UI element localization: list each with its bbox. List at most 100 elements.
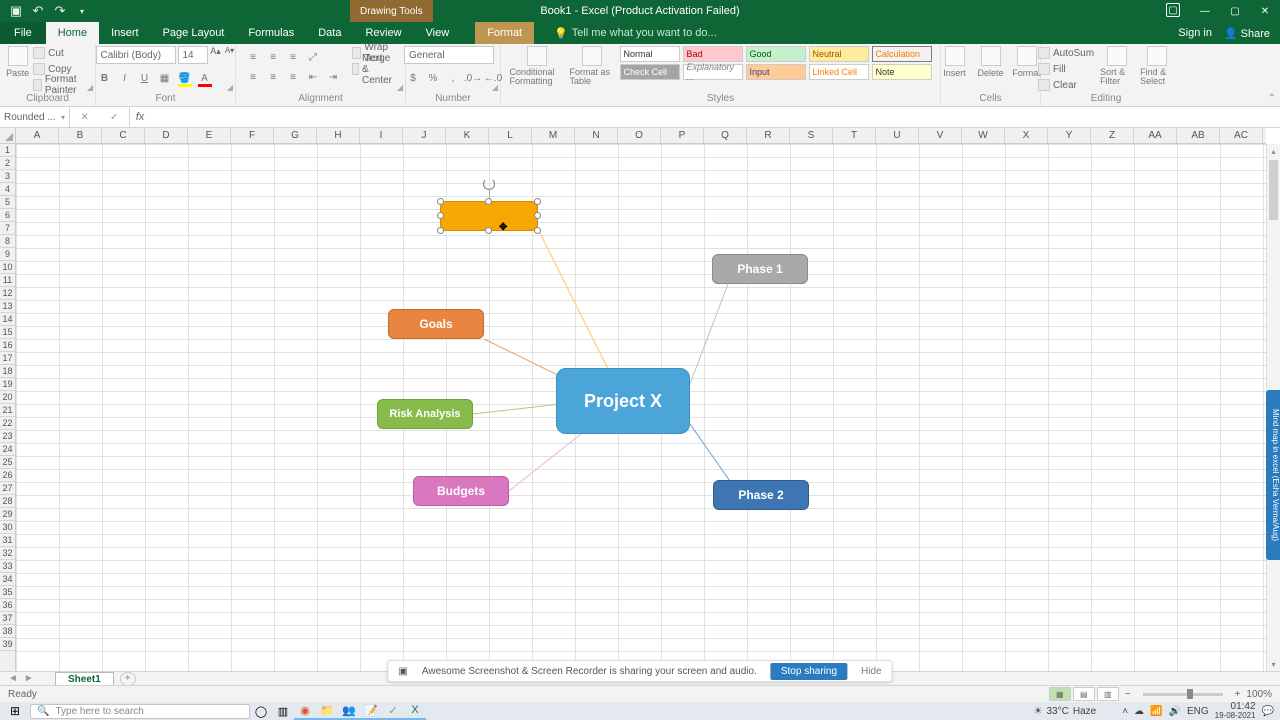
align-top-icon[interactable]: ≡: [244, 48, 262, 66]
cell-style-good[interactable]: Good: [746, 46, 806, 62]
shape-selected-rounded-rect[interactable]: ✥: [440, 201, 538, 231]
qat-dropdown-icon[interactable]: ▾: [74, 3, 90, 19]
scroll-down-icon[interactable]: ▾: [1267, 657, 1280, 671]
row-header-34[interactable]: 34: [0, 573, 15, 586]
column-header-H[interactable]: H: [317, 128, 360, 143]
column-header-AA[interactable]: AA: [1134, 128, 1177, 143]
view-normal-button[interactable]: ▦: [1049, 687, 1071, 701]
font-color-button[interactable]: A: [196, 69, 214, 87]
tab-format[interactable]: Format: [475, 22, 534, 44]
column-header-D[interactable]: D: [145, 128, 188, 143]
tab-review[interactable]: Review: [353, 22, 413, 44]
resize-handle-nw[interactable]: [437, 198, 444, 205]
resize-handle-w[interactable]: [437, 212, 444, 219]
language-indicator[interactable]: ENG: [1187, 706, 1209, 717]
accounting-format-icon[interactable]: $: [404, 69, 422, 87]
column-header-S[interactable]: S: [790, 128, 833, 143]
start-button[interactable]: ⊞: [0, 704, 30, 718]
context-tab-drawing-tools[interactable]: Drawing Tools: [350, 0, 433, 22]
resize-handle-ne[interactable]: [534, 198, 541, 205]
find-select-button[interactable]: Find & Select: [1140, 46, 1174, 86]
zoom-in-button[interactable]: +: [1235, 689, 1241, 700]
column-header-K[interactable]: K: [446, 128, 489, 143]
conditional-formatting-button[interactable]: Conditional Formatting: [510, 46, 564, 86]
shape-phase-1[interactable]: Phase 1: [712, 254, 808, 284]
row-header-12[interactable]: 12: [0, 287, 15, 300]
clipboard-dialog-launcher[interactable]: ◢: [87, 83, 93, 92]
resize-handle-se[interactable]: [534, 227, 541, 234]
row-header-25[interactable]: 25: [0, 456, 15, 469]
select-all-button[interactable]: [0, 128, 16, 144]
orientation-icon[interactable]: ⤢: [304, 48, 322, 66]
row-header-36[interactable]: 36: [0, 599, 15, 612]
cell-style-bad[interactable]: Bad: [683, 46, 743, 62]
shape-phase-2[interactable]: Phase 2: [713, 480, 809, 510]
row-header-21[interactable]: 21: [0, 404, 15, 417]
row-header-13[interactable]: 13: [0, 300, 15, 313]
zoom-level[interactable]: 100%: [1246, 689, 1272, 700]
enter-formula-icon[interactable]: ✓: [110, 112, 118, 123]
explorer-icon[interactable]: 📁: [316, 702, 338, 720]
cell-style-check-cell[interactable]: Check Cell: [620, 64, 680, 80]
collapse-ribbon-icon[interactable]: ⌃: [1268, 93, 1276, 104]
column-header-X[interactable]: X: [1005, 128, 1048, 143]
delete-cells-button[interactable]: Delete: [975, 46, 1007, 78]
row-header-18[interactable]: 18: [0, 365, 15, 378]
row-header-8[interactable]: 8: [0, 235, 15, 248]
row-header-15[interactable]: 15: [0, 326, 15, 339]
column-header-O[interactable]: O: [618, 128, 661, 143]
shape-goals[interactable]: Goals: [388, 309, 484, 339]
tell-me-search[interactable]: 💡Tell me what you want to do...: [554, 22, 717, 44]
row-header-30[interactable]: 30: [0, 521, 15, 534]
format-as-table-button[interactable]: Format as Table: [570, 46, 614, 86]
column-header-B[interactable]: B: [59, 128, 102, 143]
row-header-9[interactable]: 9: [0, 248, 15, 261]
clock[interactable]: 01:42 19-08-2021: [1215, 702, 1256, 720]
cell-style-normal[interactable]: Normal: [620, 46, 680, 62]
zoom-slider[interactable]: [1143, 693, 1223, 696]
row-header-38[interactable]: 38: [0, 625, 15, 638]
font-dialog-launcher[interactable]: ◢: [227, 83, 233, 92]
row-header-10[interactable]: 10: [0, 261, 15, 274]
increase-decimal-icon[interactable]: .0→: [464, 69, 482, 87]
weather-widget[interactable]: ☀ 33°C Haze: [1034, 706, 1097, 717]
tab-view[interactable]: View: [414, 22, 462, 44]
undo-icon[interactable]: ↶: [30, 3, 46, 19]
cell-style-note[interactable]: Note: [872, 64, 932, 80]
column-header-R[interactable]: R: [747, 128, 790, 143]
row-header-27[interactable]: 27: [0, 482, 15, 495]
border-button[interactable]: ▦: [156, 69, 174, 87]
tab-file[interactable]: File: [0, 22, 46, 44]
row-header-3[interactable]: 3: [0, 170, 15, 183]
row-header-29[interactable]: 29: [0, 508, 15, 521]
view-page-layout-button[interactable]: ▤: [1073, 687, 1095, 701]
task-view-icon[interactable]: ◯: [250, 702, 272, 720]
new-sheet-button[interactable]: +: [120, 672, 136, 686]
column-header-I[interactable]: I: [360, 128, 403, 143]
zoom-out-button[interactable]: −: [1125, 689, 1131, 700]
align-center-icon[interactable]: ≡: [264, 68, 282, 86]
view-page-break-button[interactable]: ▥: [1097, 687, 1119, 701]
row-header-24[interactable]: 24: [0, 443, 15, 456]
sheet-tab-sheet1[interactable]: Sheet1: [55, 672, 114, 686]
row-header-28[interactable]: 28: [0, 495, 15, 508]
side-panel-tab[interactable]: Mind map in excel (Esha Verma/Aug): [1266, 390, 1280, 560]
column-header-Q[interactable]: Q: [704, 128, 747, 143]
shape-budgets[interactable]: Budgets: [413, 476, 509, 506]
row-header-17[interactable]: 17: [0, 352, 15, 365]
teams-icon[interactable]: 👥: [338, 702, 360, 720]
stop-sharing-button[interactable]: Stop sharing: [771, 663, 847, 680]
sign-in-link[interactable]: Sign in: [1178, 27, 1212, 39]
column-header-F[interactable]: F: [231, 128, 274, 143]
formula-input[interactable]: [150, 107, 1280, 127]
cell-style-input[interactable]: Input: [746, 64, 806, 80]
percent-format-icon[interactable]: %: [424, 69, 442, 87]
increase-font-icon[interactable]: A▴: [210, 46, 222, 64]
zoom-thumb[interactable]: [1187, 689, 1193, 699]
column-header-U[interactable]: U: [876, 128, 919, 143]
column-header-W[interactable]: W: [962, 128, 1005, 143]
sort-filter-button[interactable]: Sort & Filter: [1100, 46, 1134, 86]
cell-style-neutral[interactable]: Neutral: [809, 46, 869, 62]
column-header-E[interactable]: E: [188, 128, 231, 143]
row-header-32[interactable]: 32: [0, 547, 15, 560]
